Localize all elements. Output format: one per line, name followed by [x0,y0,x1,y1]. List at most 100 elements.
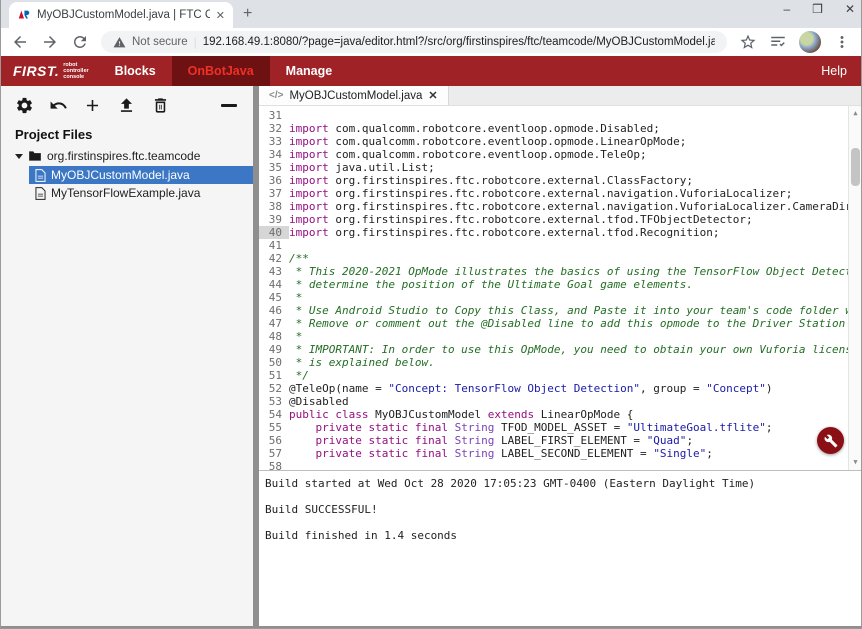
code-text: * [289,330,848,343]
tree-expand-caret-icon[interactable] [15,154,23,159]
code-line[interactable]: 47 * Remove or comment out the @Disabled… [259,317,848,330]
code-text [289,239,848,252]
code-line[interactable]: 45 * [259,291,848,304]
nav-item-manage[interactable]: Manage [270,56,349,86]
code-line[interactable]: 44 * determine the position of the Ultim… [259,278,848,291]
folder-icon [28,150,42,162]
line-number: 41 [259,239,289,252]
minimize-icon[interactable]: – [783,2,790,16]
code-text: * IMPORTANT: In order to use this OpMode… [289,343,848,356]
code-text: import org.firstinspires.ftc.robotcore.e… [289,187,848,200]
tree-file-item[interactable]: MyTensorFlowExample.java [29,184,253,202]
line-number: 50 [259,356,289,369]
address-bar: Not secure | 192.168.49.1:8080/?page=jav… [1,28,861,56]
browser-menu-icon[interactable] [833,33,851,51]
url-text: 192.168.49.1:8080/?page=java/editor.html… [203,36,715,48]
scrollbar-thumb[interactable] [851,148,860,186]
editor-scrollbar[interactable]: ▲ ▼ [848,106,861,470]
window-bottom-edge [1,626,861,628]
tree-file-label: MyTensorFlowExample.java [51,186,200,200]
code-line[interactable]: 34import com.qualcomm.robotcore.eventloo… [259,148,848,161]
code-line[interactable]: 42/** [259,252,848,265]
code-text: import com.qualcomm.robotcore.eventloop.… [289,122,848,135]
code-line[interactable]: 55 private static final String TFOD_MODE… [259,421,848,434]
code-line[interactable]: 39import org.firstinspires.ftc.robotcore… [259,213,848,226]
code-text: import com.qualcomm.robotcore.eventloop.… [289,135,848,148]
editor-column: </> MyOBJCustomModel.java ✕ 3132import c… [259,86,861,626]
code-line[interactable]: 46 * Use Android Studio to Copy this Cla… [259,304,848,317]
undo-icon[interactable] [49,96,68,115]
code-line[interactable]: 57 private static final String LABEL_SEC… [259,447,848,460]
code-text: import org.firstinspires.ftc.robotcore.e… [289,226,848,239]
build-wrench-button[interactable] [817,427,844,454]
editor-tabbar: </> MyOBJCustomModel.java ✕ [259,86,861,106]
code-text: @TeleOp(name = "Concept: TensorFlow Obje… [289,382,848,395]
code-line[interactable]: 40import org.firstinspires.ftc.robotcore… [259,226,848,239]
nav-item-blocks[interactable]: Blocks [99,56,172,86]
code-line[interactable]: 31 [259,109,848,122]
editor-tab-close-icon[interactable]: ✕ [428,89,437,102]
add-file-icon[interactable] [83,96,102,115]
nav-item-onbotjava[interactable]: OnBotJava [172,56,270,86]
code-text: private static final String LABEL_FIRST_… [289,434,848,447]
code-line[interactable]: 52@TeleOp(name = "Concept: TensorFlow Ob… [259,382,848,395]
scroll-down-icon[interactable]: ▼ [849,456,861,469]
code-line[interactable]: 56 private static final String LABEL_FIR… [259,434,848,447]
help-link[interactable]: Help [807,56,861,86]
code-line[interactable]: 54public class MyOBJCustomModel extends … [259,408,848,421]
code-line[interactable]: 48 * [259,330,848,343]
code-text: */ [289,369,848,382]
bookmark-star-icon[interactable] [739,33,757,51]
code-line[interactable]: 58 [259,460,848,470]
trash-icon[interactable] [151,96,170,115]
editor-tab[interactable]: </> MyOBJCustomModel.java ✕ [259,86,449,105]
line-number: 35 [259,161,289,174]
collapse-panel-icon[interactable] [221,97,239,115]
browser-window: MyOBJCustomModel.java | FTC C ✕ + – ❒ ✕ … [0,0,862,629]
code-line[interactable]: 41 [259,239,848,252]
settings-gear-icon[interactable] [15,96,34,115]
code-line[interactable]: 36import org.firstinspires.ftc.robotcore… [259,174,848,187]
code-line[interactable]: 53@Disabled [259,395,848,408]
refresh-icon[interactable] [71,33,89,51]
code-line[interactable]: 43 * This 2020-2021 OpMode illustrates t… [259,265,848,278]
code-line[interactable]: 35import java.util.List; [259,161,848,174]
back-icon[interactable] [11,33,29,51]
line-number: 38 [259,200,289,213]
code-line[interactable]: 33import com.qualcomm.robotcore.eventloo… [259,135,848,148]
line-number: 54 [259,408,289,421]
maximize-icon[interactable]: ❒ [812,2,823,16]
code-text: public class MyOBJCustomModel extends Li… [289,408,848,421]
tab-close-icon[interactable]: ✕ [216,9,225,22]
code-editor[interactable]: 3132import com.qualcomm.robotcore.eventl… [259,106,861,470]
forward-icon[interactable] [41,33,59,51]
code-line[interactable]: 51 */ [259,369,848,382]
line-number: 33 [259,135,289,148]
line-number: 34 [259,148,289,161]
line-number: 46 [259,304,289,317]
profile-avatar[interactable] [799,31,821,53]
not-secure-label: Not secure [132,36,188,48]
code-line[interactable]: 49 * IMPORTANT: In order to use this OpM… [259,343,848,356]
wrench-icon [824,434,838,448]
reading-list-icon[interactable] [769,33,787,51]
url-field[interactable]: Not secure | 192.168.49.1:8080/?page=jav… [101,31,727,53]
scroll-up-icon[interactable]: ▲ [849,107,861,120]
upload-icon[interactable] [117,96,136,115]
window-close-icon[interactable]: ✕ [845,2,855,16]
tree-folder-teamcode[interactable]: org.firstinspires.ftc.teamcode [1,146,253,166]
line-number: 36 [259,174,289,187]
code-line[interactable]: 32import com.qualcomm.robotcore.eventloo… [259,122,848,135]
line-number: 57 [259,447,289,460]
code-line[interactable]: 38import org.firstinspires.ftc.robotcore… [259,200,848,213]
first-logo[interactable]: FIRST. robot controller console [1,56,99,86]
tree-file-item[interactable]: MyOBJCustomModel.java [29,166,253,184]
new-tab-button[interactable]: + [243,5,252,23]
code-file-icon: </> [269,90,283,101]
code-text: import java.util.List; [289,161,848,174]
browser-tab[interactable]: MyOBJCustomModel.java | FTC C ✕ [9,2,233,28]
code-text: import com.qualcomm.robotcore.eventloop.… [289,148,848,161]
code-line[interactable]: 37import org.firstinspires.ftc.robotcore… [259,187,848,200]
line-number: 31 [259,109,289,122]
code-line[interactable]: 50 * is explained below. [259,356,848,369]
